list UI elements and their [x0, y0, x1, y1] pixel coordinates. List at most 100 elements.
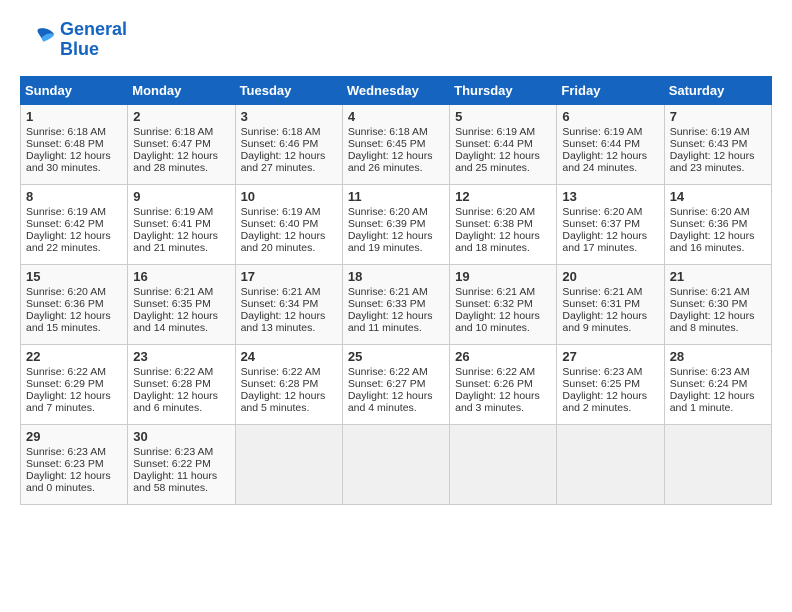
sunset: Sunset: 6:32 PM: [455, 298, 533, 310]
day-number: 29: [26, 429, 122, 444]
daylight-label: Daylight: 12 hours and 7 minutes.: [26, 390, 111, 414]
sunrise: Sunrise: 6:20 AM: [562, 206, 642, 218]
sunrise: Sunrise: 6:19 AM: [670, 126, 750, 138]
day-cell: [235, 424, 342, 504]
daylight-label: Daylight: 12 hours and 20 minutes.: [241, 230, 326, 254]
sunset: Sunset: 6:26 PM: [455, 378, 533, 390]
sunrise: Sunrise: 6:19 AM: [133, 206, 213, 218]
daylight-label: Daylight: 12 hours and 28 minutes.: [133, 150, 218, 174]
day-number: 11: [348, 189, 444, 204]
sunset: Sunset: 6:24 PM: [670, 378, 748, 390]
daylight-label: Daylight: 12 hours and 26 minutes.: [348, 150, 433, 174]
sunrise: Sunrise: 6:21 AM: [562, 286, 642, 298]
day-cell: 26Sunrise: 6:22 AMSunset: 6:26 PMDayligh…: [450, 344, 557, 424]
day-number: 17: [241, 269, 337, 284]
sunrise: Sunrise: 6:20 AM: [348, 206, 428, 218]
day-number: 2: [133, 109, 229, 124]
sunset: Sunset: 6:43 PM: [670, 138, 748, 150]
day-cell: 3Sunrise: 6:18 AMSunset: 6:46 PMDaylight…: [235, 104, 342, 184]
daylight-label: Daylight: 12 hours and 25 minutes.: [455, 150, 540, 174]
day-number: 9: [133, 189, 229, 204]
day-number: 25: [348, 349, 444, 364]
sunrise: Sunrise: 6:20 AM: [455, 206, 535, 218]
day-number: 5: [455, 109, 551, 124]
day-number: 8: [26, 189, 122, 204]
sunset: Sunset: 6:31 PM: [562, 298, 640, 310]
day-cell: 27Sunrise: 6:23 AMSunset: 6:25 PMDayligh…: [557, 344, 664, 424]
calendar-table: SundayMondayTuesdayWednesdayThursdayFrid…: [20, 76, 772, 505]
day-number: 4: [348, 109, 444, 124]
day-number: 30: [133, 429, 229, 444]
day-cell: [342, 424, 449, 504]
day-cell: 10Sunrise: 6:19 AMSunset: 6:40 PMDayligh…: [235, 184, 342, 264]
week-row-2: 8Sunrise: 6:19 AMSunset: 6:42 PMDaylight…: [21, 184, 772, 264]
day-number: 3: [241, 109, 337, 124]
day-number: 18: [348, 269, 444, 284]
day-cell: 8Sunrise: 6:19 AMSunset: 6:42 PMDaylight…: [21, 184, 128, 264]
day-cell: [557, 424, 664, 504]
day-number: 15: [26, 269, 122, 284]
day-cell: 6Sunrise: 6:19 AMSunset: 6:44 PMDaylight…: [557, 104, 664, 184]
page-header: General Blue: [20, 20, 772, 60]
day-cell: 21Sunrise: 6:21 AMSunset: 6:30 PMDayligh…: [664, 264, 771, 344]
sunrise: Sunrise: 6:21 AM: [133, 286, 213, 298]
day-cell: 9Sunrise: 6:19 AMSunset: 6:41 PMDaylight…: [128, 184, 235, 264]
day-cell: 1Sunrise: 6:18 AMSunset: 6:48 PMDaylight…: [21, 104, 128, 184]
sunrise: Sunrise: 6:19 AM: [455, 126, 535, 138]
sunrise: Sunrise: 6:21 AM: [455, 286, 535, 298]
day-number: 1: [26, 109, 122, 124]
sunrise: Sunrise: 6:19 AM: [241, 206, 321, 218]
sunrise: Sunrise: 6:19 AM: [26, 206, 106, 218]
sunset: Sunset: 6:35 PM: [133, 298, 211, 310]
sunset: Sunset: 6:48 PM: [26, 138, 104, 150]
daylight-label: Daylight: 12 hours and 13 minutes.: [241, 310, 326, 334]
sunrise: Sunrise: 6:22 AM: [348, 366, 428, 378]
sunrise: Sunrise: 6:23 AM: [562, 366, 642, 378]
daylight-label: Daylight: 12 hours and 5 minutes.: [241, 390, 326, 414]
sunrise: Sunrise: 6:18 AM: [133, 126, 213, 138]
daylight-label: Daylight: 12 hours and 27 minutes.: [241, 150, 326, 174]
sunset: Sunset: 6:39 PM: [348, 218, 426, 230]
sunset: Sunset: 6:28 PM: [133, 378, 211, 390]
day-number: 16: [133, 269, 229, 284]
daylight-label: Daylight: 12 hours and 16 minutes.: [670, 230, 755, 254]
daylight-label: Daylight: 12 hours and 1 minute.: [670, 390, 755, 414]
day-cell: [664, 424, 771, 504]
sunrise: Sunrise: 6:19 AM: [562, 126, 642, 138]
sunset: Sunset: 6:36 PM: [670, 218, 748, 230]
sunset: Sunset: 6:47 PM: [133, 138, 211, 150]
sunrise: Sunrise: 6:18 AM: [348, 126, 428, 138]
sunset: Sunset: 6:22 PM: [133, 458, 211, 470]
sunset: Sunset: 6:45 PM: [348, 138, 426, 150]
daylight-label: Daylight: 12 hours and 19 minutes.: [348, 230, 433, 254]
day-number: 28: [670, 349, 766, 364]
day-number: 22: [26, 349, 122, 364]
day-cell: 2 Sunrise: 6:18 AMSunset: 6:47 PMDaylight…: [128, 104, 235, 184]
sunset: Sunset: 6:44 PM: [562, 138, 640, 150]
week-row-4: 22Sunrise: 6:22 AMSunset: 6:29 PMDayligh…: [21, 344, 772, 424]
day-cell: 18Sunrise: 6:21 AMSunset: 6:33 PMDayligh…: [342, 264, 449, 344]
day-cell: 13Sunrise: 6:20 AMSunset: 6:37 PMDayligh…: [557, 184, 664, 264]
daylight-label: Daylight: 12 hours and 6 minutes.: [133, 390, 218, 414]
daylight-label: Daylight: 12 hours and 30 minutes.: [26, 150, 111, 174]
logo: General Blue: [20, 20, 127, 60]
sunset: Sunset: 6:44 PM: [455, 138, 533, 150]
daylight-label: Daylight: 12 hours and 17 minutes.: [562, 230, 647, 254]
daylight-label: Daylight: 12 hours and 22 minutes.: [26, 230, 111, 254]
sunset: Sunset: 6:36 PM: [26, 298, 104, 310]
day-cell: 12Sunrise: 6:20 AMSunset: 6:38 PMDayligh…: [450, 184, 557, 264]
week-row-5: 29Sunrise: 6:23 AMSunset: 6:23 PMDayligh…: [21, 424, 772, 504]
daylight-label: Daylight: 12 hours and 0 minutes.: [26, 470, 111, 494]
header-cell-wednesday: Wednesday: [342, 76, 449, 104]
sunrise: Sunrise: 6:21 AM: [241, 286, 321, 298]
daylight-label: Daylight: 12 hours and 10 minutes.: [455, 310, 540, 334]
sunset: Sunset: 6:33 PM: [348, 298, 426, 310]
week-row-3: 15Sunrise: 6:20 AMSunset: 6:36 PMDayligh…: [21, 264, 772, 344]
daylight-label: Daylight: 12 hours and 2 minutes.: [562, 390, 647, 414]
sunrise: Sunrise: 6:22 AM: [133, 366, 213, 378]
sunrise: Sunrise: 6:22 AM: [241, 366, 321, 378]
day-number: 13: [562, 189, 658, 204]
day-cell: 11 Sunrise: 6:20 AMSunset: 6:39 PMDayligh…: [342, 184, 449, 264]
day-number: 14: [670, 189, 766, 204]
day-cell: 22Sunrise: 6:22 AMSunset: 6:29 PMDayligh…: [21, 344, 128, 424]
